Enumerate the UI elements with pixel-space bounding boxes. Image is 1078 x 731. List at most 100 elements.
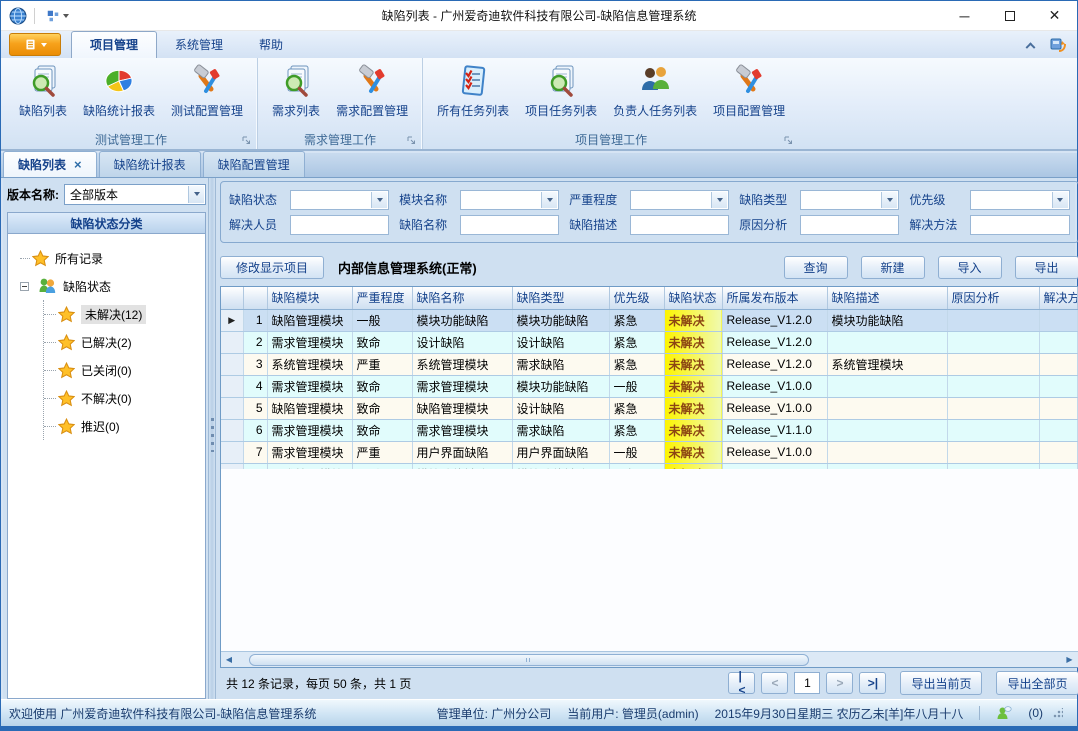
first-page-button[interactable]: |<: [728, 672, 755, 694]
minimize-button[interactable]: ─: [942, 1, 987, 30]
ribbon-tab-项目管理[interactable]: 项目管理: [71, 31, 157, 58]
ribbon-tab-系统管理[interactable]: 系统管理: [157, 32, 241, 58]
dropdown-caret-button[interactable]: [541, 192, 557, 208]
table-row[interactable]: 3 系统管理模块严重系统管理模块需求缺陷紧急未解决Release_V1.2.0系…: [221, 353, 1077, 375]
tree-node-推迟(0)[interactable]: 推迟(0): [44, 412, 201, 440]
dialog-launcher-icon[interactable]: [242, 136, 251, 145]
table-row[interactable]: 4 需求管理模块致命需求管理模块模块功能缺陷一般未解决Release_V1.0.…: [221, 375, 1077, 397]
cell-原因分析: [947, 331, 1039, 353]
ribbon-button-需求列表[interactable]: 需求列表: [264, 60, 328, 129]
filter-dropdown[interactable]: [290, 190, 389, 210]
grid-column-header-缺陷状态[interactable]: 缺陷状态: [664, 287, 722, 309]
cell-缺陷名称: 模块功能缺陷: [412, 309, 512, 331]
grid-column-header-缺陷描述[interactable]: 缺陷描述: [827, 287, 947, 309]
tree-node-不解决(0)[interactable]: 不解决(0): [44, 384, 201, 412]
dropdown-caret-button[interactable]: [371, 192, 387, 208]
ribbon-button-测试配置管理[interactable]: 测试配置管理: [163, 60, 251, 129]
tree-node-所有记录[interactable]: 所有记录: [20, 244, 201, 272]
tree-node-已关闭(0)[interactable]: 已关闭(0): [44, 356, 201, 384]
page-number-input[interactable]: 1: [794, 672, 820, 694]
dropdown-caret-button[interactable]: [711, 192, 727, 208]
tree-node-未解决(12)[interactable]: 未解决(12): [44, 300, 201, 328]
table-row[interactable]: 2 需求管理模块致命设计缺陷设计缺陷紧急未解决Release_V1.2.0: [221, 331, 1077, 353]
table-row[interactable]: 7 需求管理模块严重用户界面缺陷用户界面缺陷一般未解决Release_V1.0.…: [221, 441, 1077, 463]
dropdown-caret-button[interactable]: [1052, 192, 1068, 208]
filter-dropdown[interactable]: [970, 190, 1069, 210]
next-page-button[interactable]: >: [826, 672, 853, 694]
dialog-launcher-icon[interactable]: [407, 136, 416, 145]
doc-tab-缺陷统计报表[interactable]: 缺陷统计报表: [99, 151, 201, 177]
horizontal-scrollbar[interactable]: ◀ ▶: [221, 651, 1078, 667]
toolbar-button-导出[interactable]: 导出: [1015, 256, 1078, 279]
table-row[interactable]: 5 缺陷管理模块致命缺陷管理模块设计缺陷紧急未解决Release_V1.0.0: [221, 397, 1077, 419]
pie-chart-icon: [102, 64, 136, 98]
scroll-left-icon[interactable]: ◀: [221, 652, 237, 667]
grid-column-header-严重程度[interactable]: 严重程度: [352, 287, 412, 309]
skin-style-icon[interactable]: [1049, 36, 1067, 54]
grid-column-header-缺陷模块[interactable]: 缺陷模块: [267, 287, 352, 309]
user-status-icon[interactable]: [996, 705, 1012, 721]
application-menu-button[interactable]: [9, 33, 61, 56]
version-select[interactable]: 全部版本: [64, 184, 206, 205]
scrollbar-thumb[interactable]: [249, 654, 809, 666]
filter-input[interactable]: [970, 215, 1069, 235]
toolbar-button-查询[interactable]: 查询: [784, 256, 848, 279]
cell-缺陷描述: 系统管理模块: [827, 353, 947, 375]
toolbar-button-导入[interactable]: 导入: [938, 256, 1002, 279]
ribbon-button-负责人任务列表[interactable]: 负责人任务列表: [605, 60, 705, 129]
table-row[interactable]: ▶ 1 缺陷管理模块一般模块功能缺陷模块功能缺陷紧急未解决Release_V1.…: [221, 309, 1077, 331]
prev-page-button[interactable]: <: [761, 672, 788, 694]
doc-tab-缺陷列表[interactable]: 缺陷列表 ×: [3, 151, 97, 177]
grid-column-header-优先级[interactable]: 优先级: [609, 287, 664, 309]
scroll-right-icon[interactable]: ▶: [1062, 652, 1078, 667]
filter-dropdown[interactable]: [800, 190, 899, 210]
tools-icon: [732, 64, 766, 98]
grid-column-header-解决方法[interactable]: 解决方法: [1039, 287, 1077, 309]
resize-grip-icon[interactable]: [1053, 708, 1063, 718]
grid-column-header-所属发布版本[interactable]: 所属发布版本: [722, 287, 827, 309]
table-row[interactable]: 6 需求管理模块致命需求管理模块需求缺陷紧急未解决Release_V1.1.0: [221, 419, 1077, 441]
tree-node-缺陷状态[interactable]: 缺陷状态: [20, 272, 201, 300]
filter-input[interactable]: [800, 215, 899, 235]
splitter[interactable]: [208, 178, 216, 699]
toolbar-button-新建[interactable]: 新建: [861, 256, 925, 279]
ribbon-tab-帮助[interactable]: 帮助: [241, 32, 301, 58]
close-button[interactable]: ✕: [1032, 1, 1077, 30]
tree-node-已解决(2)[interactable]: 已解决(2): [44, 328, 201, 356]
ribbon-button-label: 负责人任务列表: [613, 102, 697, 119]
row-indicator: [221, 419, 243, 441]
maximize-button[interactable]: [987, 1, 1032, 30]
quick-access-button[interactable]: [42, 7, 73, 25]
export-all-pages-button[interactable]: 导出全部页: [996, 671, 1078, 695]
filter-input[interactable]: [290, 215, 389, 235]
ribbon-button-项目任务列表[interactable]: 项目任务列表: [517, 60, 605, 129]
collapse-ribbon-button[interactable]: [1021, 37, 1039, 53]
dialog-launcher-icon[interactable]: [784, 136, 793, 145]
ribbon-button-缺陷统计报表[interactable]: 缺陷统计报表: [75, 60, 163, 129]
grid-column-header-原因分析[interactable]: 原因分析: [947, 287, 1039, 309]
cell-缺陷状态: 未解决: [664, 375, 722, 397]
row-number: 1: [243, 309, 267, 331]
ribbon-button-项目配置管理[interactable]: 项目配置管理: [705, 60, 793, 129]
app-window: { "window": { "title": "缺陷列表 - 广州爱奇迪软件科技…: [0, 0, 1078, 731]
dropdown-caret-button[interactable]: [881, 192, 897, 208]
users-small-icon: [37, 276, 57, 296]
modify-display-items-button[interactable]: 修改显示项目: [220, 256, 324, 279]
filter-dropdown[interactable]: [460, 190, 559, 210]
ribbon-button-需求配置管理[interactable]: 需求配置管理: [328, 60, 416, 129]
cell-缺陷模块: 需求管理模块: [267, 419, 352, 441]
grid-column-header-缺陷名称[interactable]: 缺陷名称: [412, 287, 512, 309]
collapse-node-icon[interactable]: [20, 282, 29, 291]
last-page-button[interactable]: >|: [859, 672, 886, 694]
filter-dropdown[interactable]: [630, 190, 729, 210]
filter-input[interactable]: [460, 215, 559, 235]
ribbon-button-缺陷列表[interactable]: 缺陷列表: [11, 60, 75, 129]
doc-tab-缺陷配置管理[interactable]: 缺陷配置管理: [203, 151, 305, 177]
chevron-down-icon: [547, 198, 553, 202]
export-current-page-button[interactable]: 导出当前页: [900, 671, 982, 695]
ribbon-button-所有任务列表[interactable]: 所有任务列表: [429, 60, 517, 129]
filter-input[interactable]: [630, 215, 729, 235]
grid-column-header-缺陷类型[interactable]: 缺陷类型: [512, 287, 609, 309]
close-tab-icon[interactable]: ×: [74, 160, 82, 170]
version-select-caret[interactable]: [188, 186, 204, 203]
